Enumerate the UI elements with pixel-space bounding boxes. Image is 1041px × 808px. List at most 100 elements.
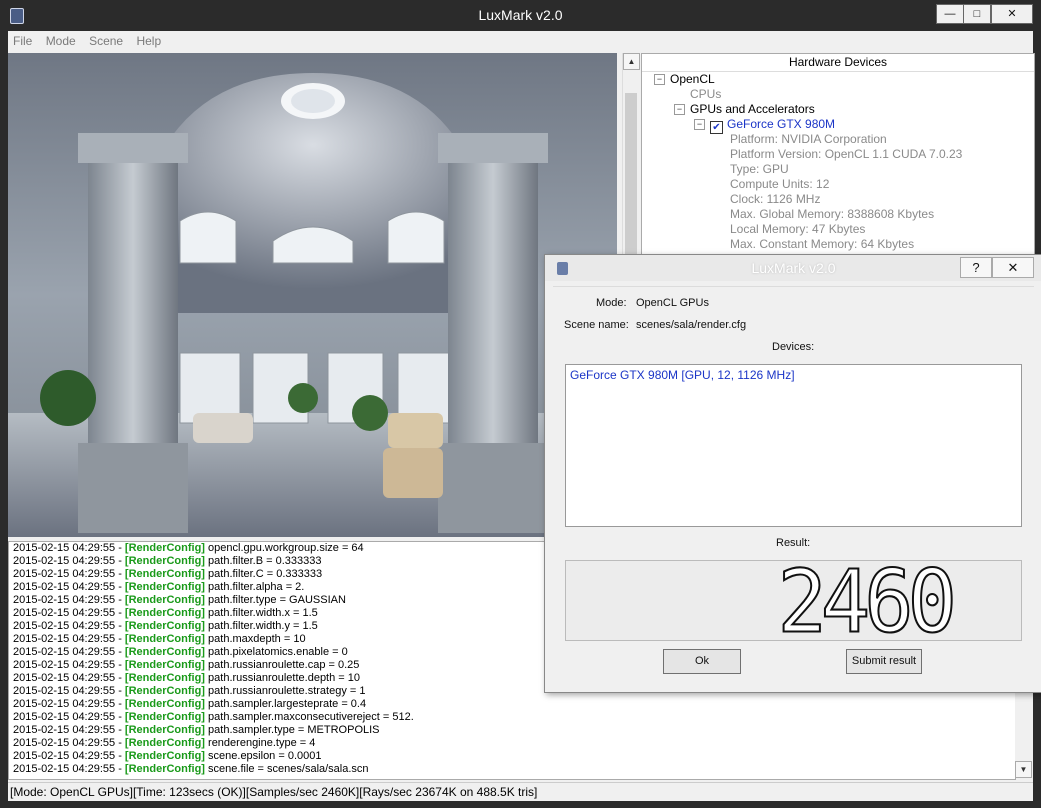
log-tag: [RenderConfig] (124, 607, 205, 619)
expand-gpus-icon[interactable]: − (674, 104, 685, 115)
log-line: 2015-02-15 04:29:55 - [RenderConfig] ren… (9, 737, 1015, 750)
log-message: path.sampler.largesteprate = 0.4 (208, 698, 367, 710)
menu-scene[interactable]: Scene (84, 31, 128, 48)
log-line: 2015-02-15 04:29:55 - [RenderConfig] pat… (9, 724, 1015, 737)
menu-bar: File Mode Scene Help (8, 31, 1033, 52)
log-tag: [RenderConfig] (124, 737, 205, 749)
log-tag: [RenderConfig] (124, 698, 205, 710)
log-tag: [RenderConfig] (124, 542, 205, 554)
log-tag: [RenderConfig] (124, 659, 205, 671)
render-view (8, 53, 617, 537)
help-button[interactable]: ? (960, 257, 992, 278)
devices-list[interactable]: GeForce GTX 980M [GPU, 12, 1126 MHz] (565, 364, 1022, 527)
close-button[interactable]: ✕ (991, 4, 1033, 24)
log-tag: [RenderConfig] (124, 750, 205, 762)
log-message: path.filter.alpha = 2. (208, 581, 305, 593)
status-text: [Mode: OpenCL GPUs][Time: 123secs (OK)][… (10, 785, 538, 799)
log-message: path.filter.B = 0.333333 (208, 555, 322, 567)
device-detail: Local Memory: 47 Kbytes (730, 222, 866, 236)
expand-opencl-icon[interactable]: − (654, 74, 665, 85)
window-border-bottom (0, 800, 1041, 808)
log-timestamp: 2015-02-15 04:29:55 - (13, 737, 125, 749)
log-timestamp: 2015-02-15 04:29:55 - (13, 763, 125, 775)
window-border-left (0, 31, 8, 808)
dialog-close-button[interactable]: ✕ (992, 257, 1034, 278)
maximize-button[interactable]: □ (963, 4, 991, 24)
log-timestamp: 2015-02-15 04:29:55 - (13, 620, 125, 632)
menu-file[interactable]: File (8, 31, 37, 48)
device-detail: Type: GPU (730, 162, 789, 176)
log-message: path.filter.width.x = 1.5 (208, 607, 318, 619)
log-message: path.filter.C = 0.333333 (208, 568, 323, 580)
expand-device-icon[interactable]: − (694, 119, 705, 130)
tree-item-gpus[interactable]: GPUs and Accelerators (690, 102, 815, 116)
log-tag: [RenderConfig] (124, 672, 205, 684)
log-tag: [RenderConfig] (124, 594, 205, 606)
dialog-titlebar[interactable]: LuxMark v2.0 ? ✕ (545, 255, 1041, 281)
dialog-title: LuxMark v2.0 (751, 260, 836, 276)
scene-value: scenes/sala/render.cfg (636, 319, 747, 331)
devices-label: Devices: (772, 341, 815, 353)
log-timestamp: 2015-02-15 04:29:55 - (13, 685, 125, 697)
result-value: 2460 (777, 552, 959, 654)
status-bar: [Mode: OpenCL GPUs][Time: 123secs (OK)][… (8, 782, 1033, 801)
log-message: scene.file = scenes/sala/sala.scn (208, 763, 369, 775)
device-name: GeForce GTX 980M (727, 117, 836, 131)
mode-value: OpenCL GPUs (636, 297, 709, 309)
log-tag: [RenderConfig] (124, 685, 205, 697)
device-checkbox[interactable]: ✔ (710, 121, 723, 134)
log-timestamp: 2015-02-15 04:29:55 - (13, 750, 125, 762)
scroll-up-button[interactable]: ▲ (623, 53, 640, 70)
log-timestamp: 2015-02-15 04:29:55 - (13, 698, 125, 710)
log-timestamp: 2015-02-15 04:29:55 - (13, 555, 125, 567)
log-message: path.russianroulette.strategy = 1 (208, 685, 366, 697)
log-timestamp: 2015-02-15 04:29:55 - (13, 607, 125, 619)
log-timestamp: 2015-02-15 04:29:55 - (13, 659, 125, 671)
log-message: renderengine.type = 4 (208, 737, 316, 749)
log-timestamp: 2015-02-15 04:29:55 - (13, 646, 125, 658)
log-message: path.pixelatomics.enable = 0 (208, 646, 348, 658)
result-display: 2460 (565, 552, 1022, 653)
device-detail: Max. Global Memory: 8388608 Kbytes (730, 207, 935, 221)
log-message: path.russianroulette.cap = 0.25 (208, 659, 360, 671)
menu-mode[interactable]: Mode (41, 31, 81, 48)
scroll-down-button[interactable]: ▼ (1015, 761, 1032, 778)
dialog-body: Mode: OpenCL GPUs Scene name: scenes/sal… (553, 286, 1034, 684)
device-detail: Platform Version: OpenCL 1.1 CUDA 7.0.23 (730, 147, 963, 161)
device-detail: Clock: 1126 MHz (730, 192, 821, 206)
log-line: 2015-02-15 04:29:55 - [RenderConfig] pat… (9, 698, 1015, 711)
tree-item-cpus[interactable]: CPUs (690, 87, 721, 101)
ok-button[interactable]: Ok (663, 649, 741, 674)
log-tag: [RenderConfig] (124, 763, 205, 775)
menu-help[interactable]: Help (131, 31, 166, 48)
log-tag: [RenderConfig] (124, 724, 205, 736)
log-timestamp: 2015-02-15 04:29:55 - (13, 581, 125, 593)
result-dialog: LuxMark v2.0 ? ✕ Mode: OpenCL GPUs Scene… (544, 254, 1041, 693)
log-timestamp: 2015-02-15 04:29:55 - (13, 568, 125, 580)
result-label: Result: (776, 537, 811, 549)
log-tag: [RenderConfig] (124, 620, 205, 632)
log-message: path.russianroulette.depth = 10 (208, 672, 361, 684)
window-title: LuxMark v2.0 (478, 7, 563, 23)
log-tag: [RenderConfig] (124, 633, 205, 645)
log-tag: [RenderConfig] (124, 711, 205, 723)
hardware-devices-panel: Hardware Devices − OpenCL CPUs − GPUs an… (641, 53, 1035, 260)
dialog-app-icon (557, 262, 568, 275)
log-timestamp: 2015-02-15 04:29:55 - (13, 711, 125, 723)
window-titlebar[interactable]: LuxMark v2.0 — □ ✕ (0, 0, 1041, 31)
device-detail: Platform: NVIDIA Corporation (730, 132, 887, 146)
log-tag: [RenderConfig] (124, 581, 205, 593)
log-tag: [RenderConfig] (124, 568, 205, 580)
tree-item-opencl[interactable]: OpenCL (670, 72, 715, 86)
minimize-button[interactable]: — (936, 4, 964, 24)
submit-result-button[interactable]: Submit result (846, 649, 922, 674)
log-timestamp: 2015-02-15 04:29:55 - (13, 542, 125, 554)
log-message: path.maxdepth = 10 (208, 633, 306, 645)
log-message: scene.epsilon = 0.0001 (208, 750, 322, 762)
log-timestamp: 2015-02-15 04:29:55 - (13, 594, 125, 606)
log-message: opencl.gpu.workgroup.size = 64 (208, 542, 364, 554)
log-timestamp: 2015-02-15 04:29:55 - (13, 724, 125, 736)
device-detail: Max. Constant Memory: 64 Kbytes (730, 237, 915, 251)
log-line: 2015-02-15 04:29:55 - [RenderConfig] sce… (9, 750, 1015, 763)
device-list-item[interactable]: GeForce GTX 980M [GPU, 12, 1126 MHz] (570, 368, 795, 382)
